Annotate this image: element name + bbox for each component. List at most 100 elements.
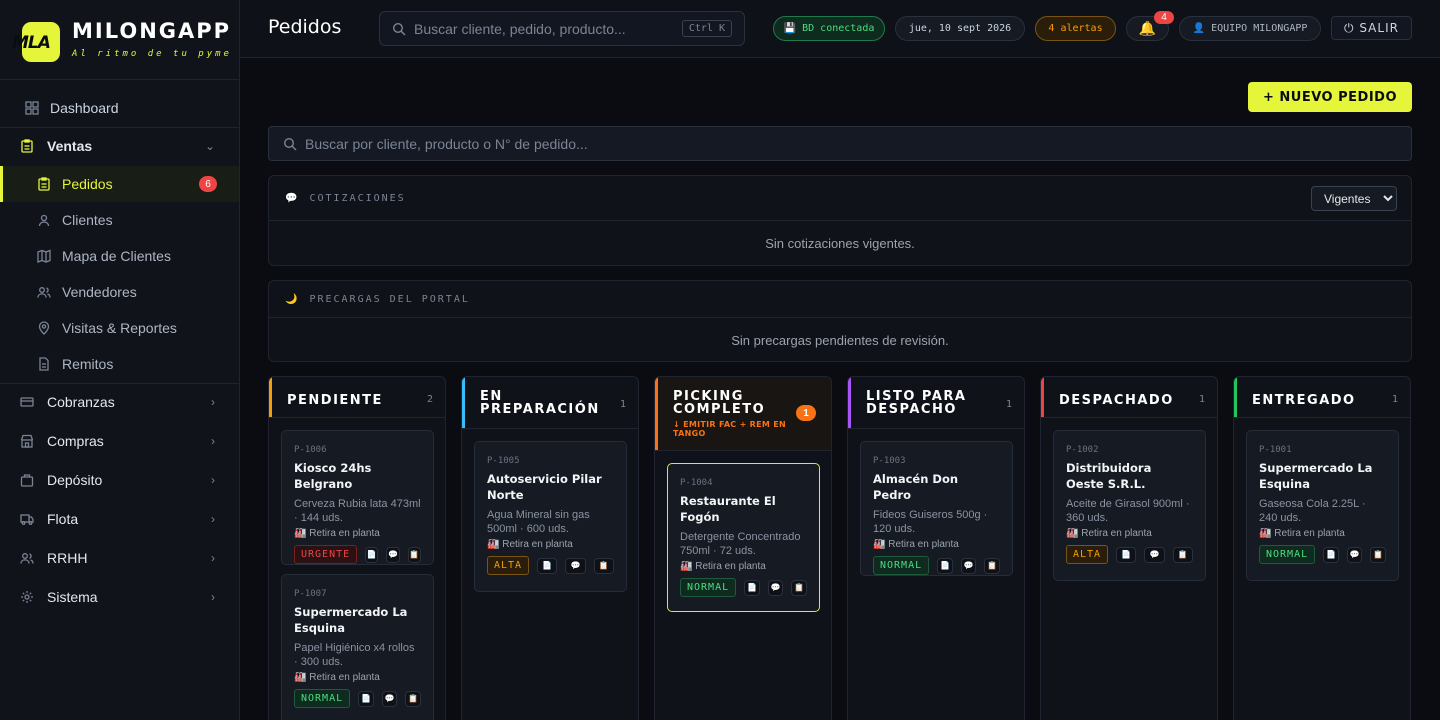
search-icon [392,22,406,36]
column-warning: ↓ EMITIR FAC + REM EN TANGO [673,420,786,438]
users-icon [37,285,51,299]
pickup-label: 🏭 Retira en planta [1259,528,1345,539]
clipboard-icon[interactable]: 📋 [1172,546,1193,563]
column-count: 1 [1198,394,1205,405]
order-code: P-1004 [680,478,713,488]
chat-icon: 💬 [285,192,300,204]
sidebar-section-sistema[interactable]: Sistema › [0,579,239,615]
sidebar-section-cobranzas[interactable]: Cobranzas › [0,384,239,420]
column-header: ENTREGADO 1 [1234,380,1410,418]
kanban-column-pendiente: PENDIENTE 2 P-1006 Kiosco 24hs Belgrano … [268,376,446,720]
order-card[interactable]: P-1005 Autoservicio Pilar Norte Agua Min… [474,441,627,592]
document-icon[interactable]: 📄 [1116,546,1137,563]
map-icon [37,249,51,263]
sidebar-section-rrhh[interactable]: RRHH › [0,540,239,576]
order-card[interactable]: P-1001 Supermercado La Esquina Gaseosa C… [1246,430,1399,581]
divider [0,79,239,80]
sidebar-section-deposito[interactable]: Depósito › [0,462,239,498]
chat-icon[interactable]: 💬 [565,557,586,574]
brand-name: MILONGAPP [72,19,232,43]
document-icon[interactable]: 📄 [537,557,558,574]
logout-button[interactable]: ⏻ SALIR [1331,16,1412,40]
panel-title: COTIZACIONES [309,192,406,204]
sidebar-item-label: Clientes [62,212,113,228]
sidebar-item-remitos[interactable]: Remitos [0,346,239,382]
sidebar-item-label: Dashboard [50,100,119,116]
chat-icon[interactable]: 💬 [960,557,977,574]
column-count: 1 [619,399,626,410]
chat-icon[interactable]: 💬 [1144,546,1165,563]
store-icon [20,434,34,448]
sidebar-item-dashboard[interactable]: Dashboard [0,90,239,126]
chevron-right-icon: › [211,434,215,448]
column-title: DESPACHADO [1059,393,1174,408]
card-actions: ALTA 📄 💬 📋 [1066,545,1193,564]
sidebar-item-label: Visitas & Reportes [62,320,177,336]
column-title: PENDIENTE [287,393,383,408]
chat-icon[interactable]: 💬 [767,579,784,596]
sidebar-item-pedidos[interactable]: Pedidos 6 [0,166,239,202]
divider [1234,417,1410,418]
sidebar-item-mapa-clientes[interactable]: Mapa de Clientes [0,238,239,274]
document-icon[interactable]: 📄 [358,690,374,707]
order-code: P-1003 [873,456,906,466]
clipboard-icon[interactable]: 📋 [405,690,421,707]
column-title: ENTREGADO [1252,393,1356,408]
sidebar-section-ventas[interactable]: Ventas ⌄ [0,128,239,164]
sidebar-item-vendedores[interactable]: Vendedores [0,274,239,310]
document-icon [37,357,51,371]
panel-header: 🌙 PRECARGAS DEL PORTAL [269,281,1411,318]
moon-icon: 🌙 [285,293,300,305]
clipboard-icon[interactable]: 📋 [791,579,807,596]
order-card[interactable]: P-1002 Distribuidora Oeste S.R.L. Aceite… [1053,430,1206,581]
order-client: Almacén Don Pedro [873,472,959,502]
document-icon[interactable]: 📄 [937,557,953,574]
global-search-input[interactable] [414,20,674,37]
kanban-column-listo-para-despacho: LISTO PARA DESPACHO 1 P-1003 Almacén Don… [847,376,1025,720]
document-icon[interactable]: 📄 [365,546,379,563]
pickup-label: 🏭 Retira en planta [873,539,959,550]
sidebar-section-compras[interactable]: Compras › [0,423,239,459]
panel-title: PRECARGAS DEL PORTAL [309,293,470,305]
sidebar-section-flota[interactable]: Flota › [0,501,239,537]
order-client: Kiosco 24hs Belgrano [294,461,372,491]
card-icon [20,395,34,409]
clipboard-icon[interactable]: 📋 [984,557,1000,574]
alerts-button[interactable]: 4 alertas [1035,16,1116,41]
sidebar-item-label: Ventas [47,138,93,154]
chat-icon[interactable]: 💬 [386,546,400,563]
clipboard-icon[interactable]: 📋 [593,557,614,574]
gear-icon [20,590,34,604]
chevron-right-icon: › [211,395,215,409]
clipboard-icon[interactable]: 📋 [1370,546,1386,563]
chat-icon[interactable]: 💬 [1346,546,1363,563]
team-button[interactable]: 👤 EQUIPO MILONGAPP [1179,16,1321,41]
order-client: Autoservicio Pilar Norte [487,472,602,502]
document-icon[interactable]: 📄 [1323,546,1339,563]
chevron-down-icon: ⌄ [204,139,215,153]
new-order-button[interactable]: + NUEVO PEDIDO [1248,82,1412,112]
document-icon[interactable]: 📄 [744,579,760,596]
sidebar: MLA MILONGAPP Al ritmo de tu pyme Dashbo… [0,0,240,720]
order-card[interactable]: P-1006 Kiosco 24hs Belgrano Cerveza Rubi… [281,430,434,565]
notification-count: 4 [1154,11,1174,24]
global-search[interactable]: Ctrl K [379,11,745,46]
order-card[interactable]: P-1004 Restaurante El Fogón Detergente C… [667,463,820,612]
cotizaciones-filter-select[interactable]: Vigentes [1311,186,1397,211]
page-title: Pedidos [268,16,342,38]
sidebar-item-clientes[interactable]: Clientes [0,202,239,238]
orders-search[interactable] [268,126,1412,161]
sidebar-item-label: Mapa de Clientes [62,248,171,264]
order-card[interactable]: P-1007 Supermercado La Esquina Papel Hig… [281,574,434,720]
column-count: 2 [426,394,433,405]
pickup-label: 🏭 Retira en planta [294,672,380,683]
column-title: EN PREPARACIÓN [480,389,600,417]
sidebar-item-label: Vendedores [62,284,137,300]
truck-icon [20,512,34,526]
order-card[interactable]: P-1003 Almacén Don Pedro Fideos Guiseros… [860,441,1013,576]
chat-icon[interactable]: 💬 [381,690,398,707]
sidebar-item-visitas-reportes[interactable]: Visitas & Reportes [0,310,239,346]
orders-search-input[interactable] [305,135,905,152]
precargas-panel: 🌙 PRECARGAS DEL PORTAL Sin precargas pen… [268,280,1412,362]
clipboard-icon[interactable]: 📋 [407,546,421,563]
